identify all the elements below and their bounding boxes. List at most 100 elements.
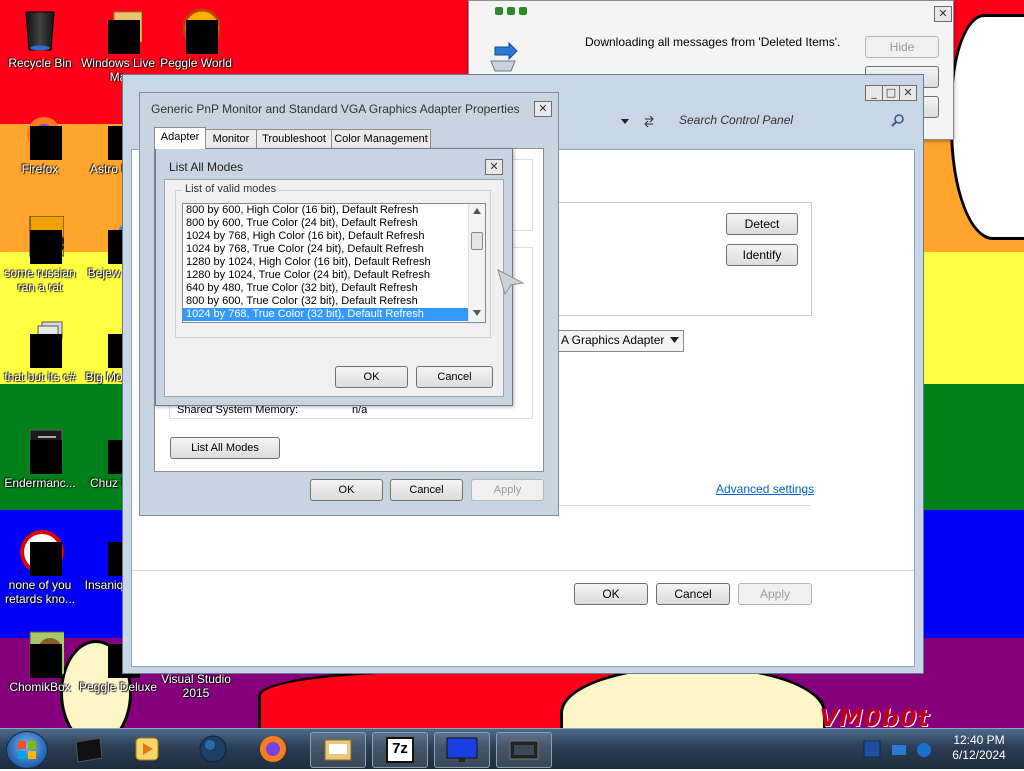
maximize-button[interactable]: □: [882, 85, 900, 101]
list-item[interactable]: 800 by 600, True Color (24 bit), Default…: [183, 217, 470, 230]
taskbar-media-player-classic[interactable]: [120, 732, 174, 766]
desktop-icon-recycle-bin[interactable]: Recycle Bin: [0, 6, 80, 70]
video-player-icon: [135, 737, 159, 761]
apply-button[interactable]: Apply: [471, 479, 544, 501]
list-item[interactable]: 1024 by 768, True Color (24 bit), Defaul…: [183, 243, 470, 256]
taskbar-media-player[interactable]: [62, 732, 116, 766]
redacted-overlay: [30, 126, 62, 160]
desktop-icon-visual-studio[interactable]: Visual Studio 2015: [156, 672, 236, 700]
divider: [132, 570, 914, 571]
dialog-title: List All Modes: [169, 160, 244, 174]
firefox-icon: [16, 112, 64, 160]
scroll-thumb[interactable]: [471, 232, 483, 250]
cancel-button[interactable]: Cancel: [416, 366, 493, 388]
detect-button[interactable]: Detect: [726, 213, 798, 235]
close-button[interactable]: ✕: [485, 159, 503, 175]
desktop-icon-that-but[interactable]: that but its c#: [0, 320, 80, 384]
scroll-down-icon[interactable]: [473, 310, 481, 316]
start-button[interactable]: [6, 731, 48, 769]
identify-button[interactable]: Identify: [726, 244, 798, 266]
scroll-up-icon[interactable]: [473, 208, 481, 214]
cancel-button[interactable]: Cancel: [656, 583, 730, 605]
tab-monitor[interactable]: Monitor: [205, 129, 257, 148]
firefox-icon: [260, 736, 286, 762]
close-button[interactable]: ✕: [534, 101, 552, 117]
chevron-down-icon[interactable]: [619, 116, 631, 126]
control-panel-icon: [509, 740, 539, 760]
desktop-icon-chomikbox[interactable]: ChomikBox: [0, 630, 80, 694]
cancel-button[interactable]: Cancel: [390, 479, 463, 501]
chevron-down-icon: [670, 337, 679, 343]
apply-button[interactable]: Apply: [738, 583, 812, 605]
dialog-title: Generic PnP Monitor and Standard VGA Gra…: [151, 102, 520, 116]
modes-listbox[interactable]: 800 by 600, High Color (16 bit), Default…: [182, 203, 486, 323]
taskbar-display-settings[interactable]: [434, 732, 490, 768]
tray-icons: [863, 740, 931, 758]
ok-button[interactable]: OK: [574, 583, 648, 605]
notification-title-bar: [469, 1, 953, 23]
redacted-overlay: [108, 20, 140, 54]
list-item[interactable]: 640 by 480, True Color (32 bit), Default…: [183, 282, 470, 295]
minimize-button[interactable]: _: [865, 85, 883, 101]
app-icon: [16, 320, 64, 368]
refresh-icon[interactable]: [641, 113, 657, 129]
redacted-overlay: [30, 644, 62, 678]
app-icon: e: [16, 215, 65, 264]
list-item[interactable]: 1280 by 1024, True Color (24 bit), Defau…: [183, 269, 470, 282]
desktop-icon-firefox[interactable]: Firefox: [0, 112, 80, 176]
desktop-icon-label: Visual Studio 2015: [161, 672, 231, 700]
valid-modes-legend: List of valid modes: [182, 183, 280, 195]
clock[interactable]: 12:40 PM 6/12/2024: [940, 733, 1018, 763]
redacted-overlay: [30, 230, 62, 264]
list-item[interactable]: 1024 by 768, High Color (16 bit), Defaul…: [183, 230, 470, 243]
search-box[interactable]: Search Control Panel: [675, 109, 913, 133]
game-icon: [172, 6, 222, 54]
modes-dialog-body: List of valid modes 800 by 600, High Col…: [164, 179, 504, 397]
mail-icon: [94, 6, 143, 54]
tab-troubleshoot[interactable]: Troubleshoot: [256, 129, 332, 148]
recycle-bin-icon: [16, 6, 64, 54]
mail-icon: [324, 739, 352, 761]
taskbar-7zip[interactable]: 7z: [372, 732, 428, 768]
adapter-dropdown-value: A Graphics Adapter: [561, 333, 665, 347]
send-receive-icon: [490, 41, 518, 72]
taskbar-firefox[interactable]: [246, 732, 300, 766]
tab-adapter[interactable]: Adapter: [154, 127, 206, 149]
watermark-text: VM0b0t: [819, 704, 930, 728]
notification-message: Downloading all messages from 'Deleted I…: [585, 35, 841, 49]
desktop-icon-none-of-you[interactable]: none of you retards kno...: [0, 528, 80, 606]
advanced-settings-link[interactable]: Advanced settings: [716, 482, 814, 496]
notification-close-button[interactable]: ✕: [934, 6, 952, 22]
windows-logo-icon: [18, 741, 36, 759]
app-icon: [16, 426, 64, 474]
desktop-icon-label: ChomikBox: [9, 680, 71, 694]
list-item-selected[interactable]: 1024 by 768, True Color (32 bit), Defaul…: [183, 308, 470, 321]
desktop-icon-some-russian[interactable]: e some russian ran a rat: [0, 215, 80, 294]
search-icon[interactable]: [891, 113, 905, 127]
ok-button[interactable]: OK: [335, 366, 408, 388]
desktop-icon-peggle-world[interactable]: Peggle World: [156, 6, 236, 70]
desktop-icon-endermanch[interactable]: Endermanc...: [0, 426, 80, 490]
desktop-icon-windows-live[interactable]: Windows Live Ma: [78, 6, 158, 84]
list-item[interactable]: 800 by 600, High Color (16 bit), Default…: [183, 204, 470, 217]
tab-color-management[interactable]: Color Management: [331, 129, 431, 148]
system-tray: [862, 731, 940, 767]
clock-date: 6/12/2024: [952, 748, 1006, 762]
ok-button[interactable]: OK: [310, 479, 383, 501]
list-item[interactable]: 800 by 600, True Color (32 bit), Default…: [183, 295, 470, 308]
list-all-modes-button[interactable]: List All Modes: [170, 437, 280, 459]
globe-icon: [199, 735, 227, 763]
desktop-icon-label: Peggle World: [160, 56, 232, 70]
taskbar-control-panel[interactable]: [496, 732, 552, 768]
adapter-dropdown[interactable]: A Graphics Adapter: [556, 330, 684, 352]
monitor-icon: [446, 737, 478, 762]
search-input[interactable]: Search Control Panel: [679, 113, 793, 127]
vertical-scrollbar[interactable]: [468, 204, 485, 322]
hide-button[interactable]: Hide: [865, 36, 939, 58]
taskbar-globe[interactable]: [186, 732, 240, 766]
list-item[interactable]: 1280 by 1024, High Color (16 bit), Defau…: [183, 256, 470, 269]
redacted-overlay: [30, 542, 62, 576]
app-icon: [16, 528, 64, 576]
close-button[interactable]: ✕: [899, 85, 917, 101]
taskbar-outlook[interactable]: [310, 732, 366, 768]
